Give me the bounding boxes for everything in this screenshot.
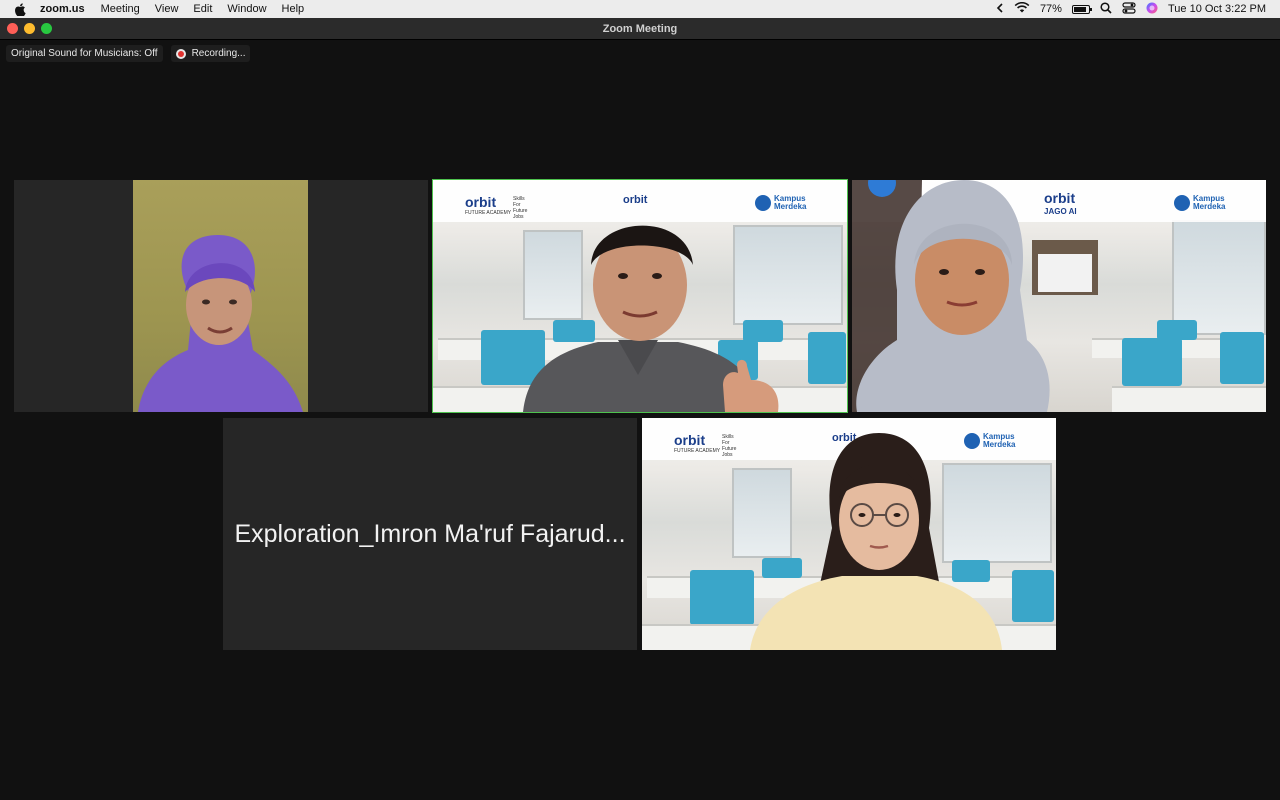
battery-percent: 77% xyxy=(1039,3,1062,15)
participant-silhouette-icon xyxy=(750,433,1002,650)
app-menu-zoom[interactable]: zoom.us xyxy=(40,3,85,15)
participant-silhouette-icon xyxy=(138,235,303,412)
minimize-window-button[interactable] xyxy=(24,23,35,34)
window-titlebar[interactable]: Zoom Meeting xyxy=(0,18,1280,40)
meeting-status-row: Original Sound for Musicians: Off Record… xyxy=(6,45,251,62)
zoom-window: Zoom Meeting Original Sound for Musician… xyxy=(0,18,1280,800)
participant-video-tile-2[interactable]: orbit FUTURE ACADEMY Skills For Future J… xyxy=(432,179,848,413)
participant-name-tile[interactable]: Exploration_Imron Ma'ruf Fajarud... xyxy=(223,418,637,650)
menu-edit[interactable]: Edit xyxy=(193,3,212,15)
recording-icon xyxy=(175,48,186,59)
fullscreen-window-button[interactable] xyxy=(41,23,52,34)
participant-video-tile-1[interactable] xyxy=(14,180,428,412)
chevron-left-icon[interactable] xyxy=(996,2,1004,16)
menu-view[interactable]: View xyxy=(155,3,179,15)
participant-video-feed: orbit FUTURE ACADEMY Skills For Future J… xyxy=(433,180,847,412)
control-center-icon[interactable] xyxy=(1122,1,1136,17)
participant-silhouette-icon xyxy=(852,180,1050,412)
window-controls xyxy=(7,23,52,34)
original-sound-label: Original Sound for Musicians: Off xyxy=(11,48,158,59)
menu-meeting[interactable]: Meeting xyxy=(101,3,140,15)
apple-logo-icon[interactable] xyxy=(12,1,28,17)
menu-help[interactable]: Help xyxy=(282,3,305,15)
original-sound-indicator[interactable]: Original Sound for Musicians: Off xyxy=(6,45,163,62)
battery-icon[interactable] xyxy=(1071,4,1092,14)
recording-indicator[interactable]: Recording... xyxy=(170,45,251,62)
siri-icon[interactable] xyxy=(1146,2,1158,17)
participant-video-feed: orbit JAGO AI Kampus Merdeka xyxy=(852,180,1266,412)
macos-menu-bar: zoom.us Meeting View Edit Window Help 77… xyxy=(0,0,1280,18)
wifi-icon[interactable] xyxy=(1014,1,1030,16)
participant-video-tile-3[interactable]: orbit JAGO AI Kampus Merdeka xyxy=(852,180,1266,412)
menu-window[interactable]: Window xyxy=(227,3,266,15)
window-title: Zoom Meeting xyxy=(602,22,678,35)
participant-silhouette-icon xyxy=(523,225,779,412)
participant-video-feed xyxy=(133,180,308,412)
participant-name-label: Exploration_Imron Ma'ruf Fajarud... xyxy=(234,519,626,548)
close-window-button[interactable] xyxy=(7,23,18,34)
recording-label: Recording... xyxy=(191,48,246,59)
participant-video-feed: orbit FUTURE ACADEMY Skills For Future J… xyxy=(642,418,1056,650)
menubar-clock[interactable]: Tue 10 Oct 3:22 PM xyxy=(1168,3,1266,15)
participant-video-tile-5[interactable]: orbit FUTURE ACADEMY Skills For Future J… xyxy=(642,418,1056,650)
search-icon[interactable] xyxy=(1100,1,1112,17)
